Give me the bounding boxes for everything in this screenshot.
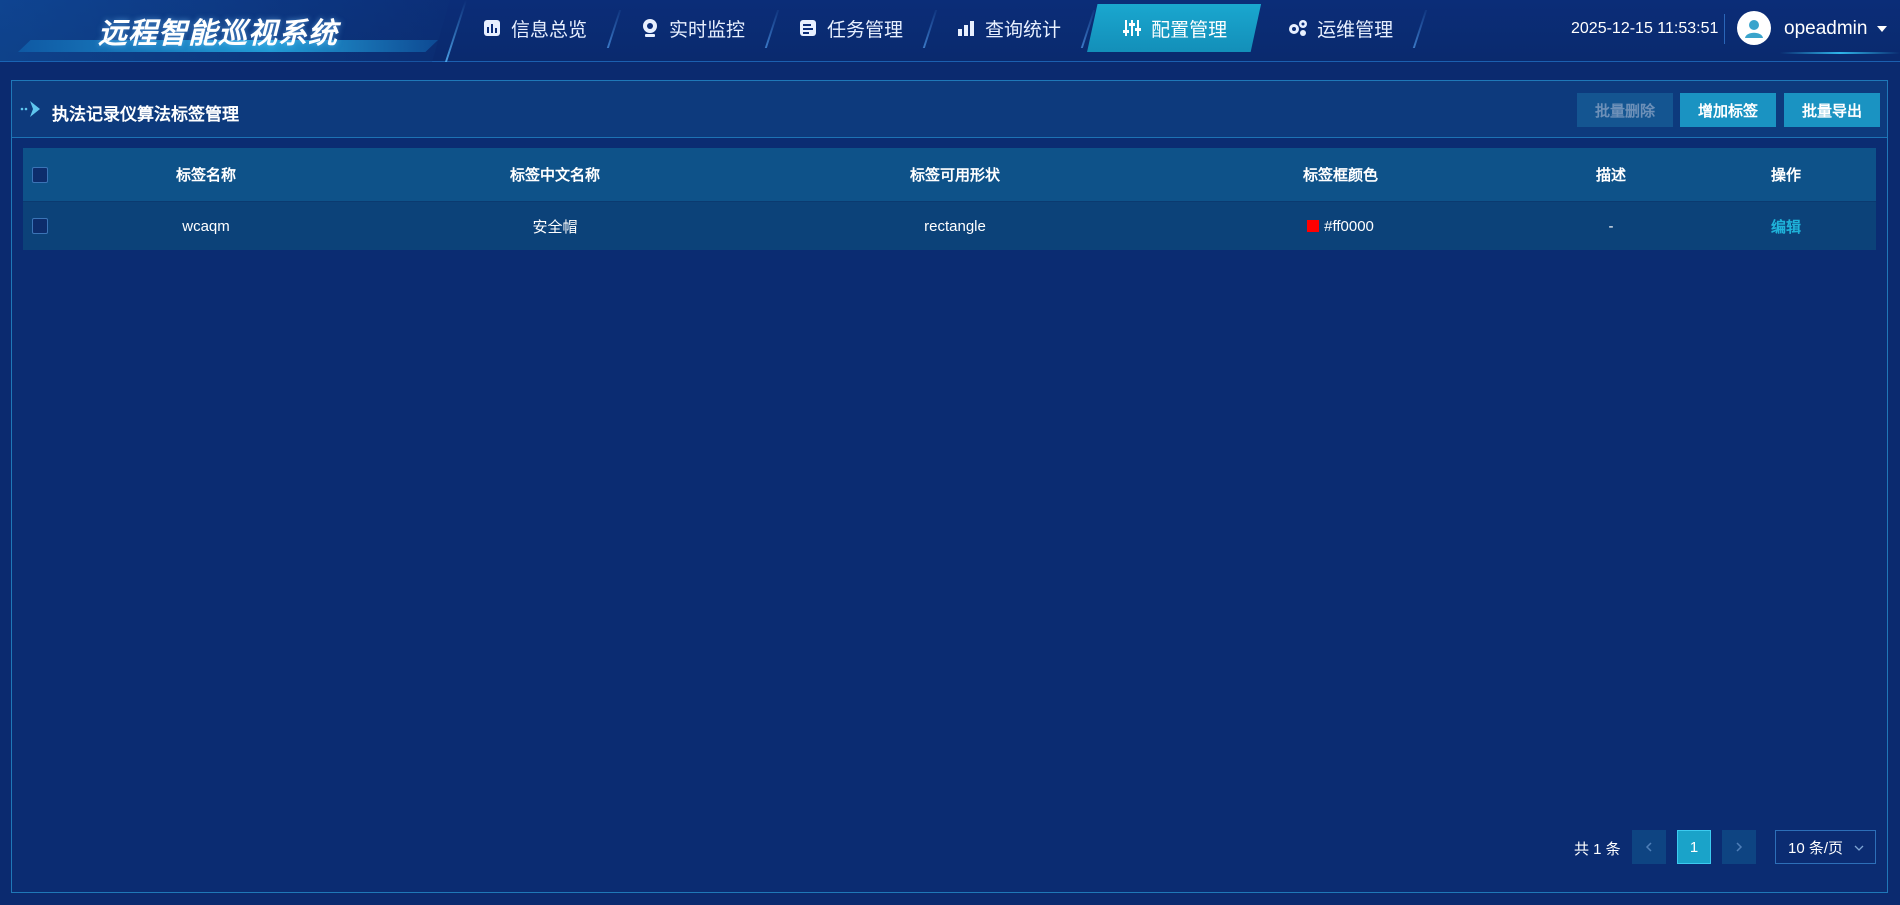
row-checkbox[interactable] <box>32 218 48 234</box>
nav-item-config[interactable]: 配置管理 <box>1087 4 1262 52</box>
col-header-desc: 描述 <box>1595 167 1626 184</box>
nav-item-ops[interactable]: 运维管理 <box>1261 4 1419 52</box>
cell-shape: rectangle <box>924 217 986 235</box>
col-header-shape: 标签可用形状 <box>909 167 1000 184</box>
nav-label: 查询统计 <box>985 19 1062 41</box>
panel-header: 执法记录仪算法标签管理 批量删除 增加标签 批量导出 <box>12 81 1887 138</box>
main-panel: 执法记录仪算法标签管理 批量删除 增加标签 批量导出 标签名称 标签中文名称 标… <box>11 80 1888 893</box>
page-size-select[interactable]: 10 条/页 <box>1775 830 1876 864</box>
current-datetime: 2025-12-15 11:53:51 <box>1571 20 1719 37</box>
top-bar: 远程智能巡视系统 信息总览 实时监控 任务管理 查询统计 配置管理 运维管理 2… <box>0 0 1900 62</box>
header-divider <box>1724 14 1725 44</box>
task-icon <box>797 17 819 39</box>
next-page-button[interactable] <box>1722 830 1756 864</box>
username[interactable]: opeadmin <box>1784 18 1867 40</box>
arrow-right-icon <box>20 101 40 117</box>
cell-desc: - <box>1608 217 1614 235</box>
col-header-color: 标签框颜色 <box>1302 167 1378 184</box>
col-header-op: 操作 <box>1770 167 1801 184</box>
nav-label: 运维管理 <box>1317 19 1394 41</box>
nav-label: 任务管理 <box>827 19 904 41</box>
nav-item-stats[interactable]: 查询统计 <box>929 4 1087 52</box>
stats-icon <box>955 17 977 39</box>
color-swatch <box>1307 220 1320 232</box>
edit-link[interactable]: 编辑 <box>1771 216 1801 237</box>
tag-table: 标签名称 标签中文名称 标签可用形状 标签框颜色 描述 操作 wcaqm 安全帽… <box>23 148 1876 250</box>
select-all-checkbox[interactable] <box>32 166 48 183</box>
chevron-down-icon <box>1854 845 1864 851</box>
page-size-value: 10 条/页 <box>1788 839 1844 857</box>
chevron-down-icon[interactable] <box>1875 22 1889 36</box>
batch-delete-button[interactable]: 批量删除 <box>1577 93 1674 127</box>
prev-page-button[interactable] <box>1632 830 1666 864</box>
nav-label: 信息总览 <box>511 19 588 41</box>
col-header-name: 标签名称 <box>175 167 236 184</box>
add-tag-button[interactable]: 增加标签 <box>1680 93 1777 127</box>
col-header-cn-name: 标签中文名称 <box>509 167 600 184</box>
main-nav: 信息总览 实时监控 任务管理 查询统计 配置管理 运维管理 <box>455 4 1419 52</box>
camera-icon <box>639 17 661 39</box>
table-row: wcaqm 安全帽 rectangle #ff0000 - 编辑 <box>23 201 1876 250</box>
gears-icon <box>1287 17 1309 39</box>
cell-name: wcaqm <box>182 217 230 235</box>
sliders-icon <box>1121 17 1143 39</box>
nav-item-tasks[interactable]: 任务管理 <box>771 4 929 52</box>
batch-export-button[interactable]: 批量导出 <box>1784 93 1881 127</box>
avatar[interactable] <box>1737 11 1771 45</box>
user-icon <box>1745 20 1763 38</box>
cell-color: #ff0000 <box>1324 217 1374 235</box>
page-title: 执法记录仪算法标签管理 <box>52 105 239 124</box>
page-1-button[interactable]: 1 <box>1677 830 1711 864</box>
chevron-left-icon <box>1645 842 1652 852</box>
cell-cn-name: 安全帽 <box>532 218 578 236</box>
app-title: 远程智能巡视系统 <box>98 16 339 50</box>
chevron-right-icon <box>1736 842 1743 852</box>
nav-item-monitor[interactable]: 实时监控 <box>613 4 771 52</box>
nav-item-overview[interactable]: 信息总览 <box>455 4 613 52</box>
pagination: 共 1 条 1 10 条/页 <box>12 829 1887 865</box>
nav-label: 配置管理 <box>1151 19 1228 41</box>
chart-icon <box>481 17 503 39</box>
table-header: 标签名称 标签中文名称 标签可用形状 标签框颜色 描述 操作 <box>23 148 1876 201</box>
total-count: 共 1 条 <box>1574 841 1621 858</box>
user-decoration <box>1780 52 1900 54</box>
nav-label: 实时监控 <box>669 19 746 41</box>
